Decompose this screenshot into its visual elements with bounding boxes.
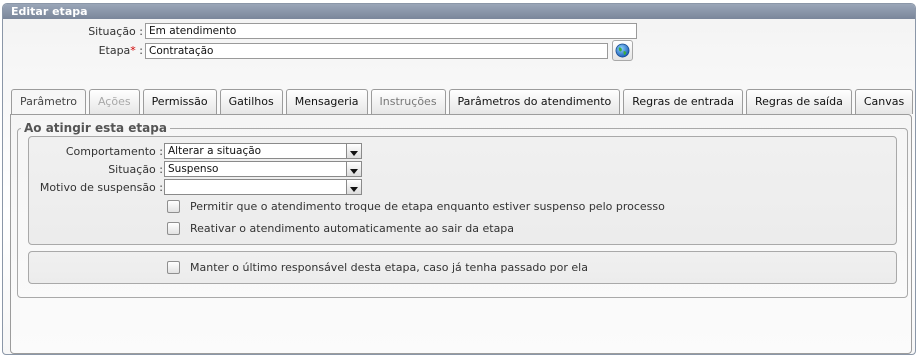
tab-regras-entrada[interactable]: Regras de entrada <box>623 89 743 114</box>
motivo-select[interactable] <box>164 179 362 195</box>
situacao-label: Situação : <box>88 24 143 38</box>
tab-regras-saida[interactable]: Regras de saída <box>745 89 852 114</box>
chevron-down-icon[interactable] <box>346 162 361 176</box>
manter-label: Manter o último responsável desta etapa,… <box>190 261 588 274</box>
tab-permissao[interactable]: Permissão <box>142 89 217 114</box>
situacao-field[interactable]: Em atendimento <box>145 23 637 39</box>
manter-checkbox[interactable] <box>167 261 180 274</box>
etapa-label-colon: : <box>135 44 143 57</box>
etapa-label-wrap: Etapa* : <box>3 44 143 57</box>
tab-bar: Parâmetro Ações Permissão Gatilhos Mensa… <box>11 89 915 115</box>
window-title: Editar etapa <box>3 4 915 19</box>
motivo-label: Motivo de suspensão : <box>39 180 163 194</box>
situacao-select-label: Situação : <box>108 162 163 176</box>
tab-gatilhos[interactable]: Gatilhos <box>219 89 283 114</box>
comportamento-value: Alterar a situação <box>168 145 262 157</box>
comportamento-label: Comportamento : <box>65 144 163 158</box>
tab-acoes[interactable]: Ações <box>88 89 140 114</box>
stage-options-box: Comportamento : Alterar a situação Situa… <box>28 136 897 245</box>
stage-fieldset: Ao atingir esta etapa Comportamento : Al… <box>17 121 908 298</box>
situacao-select[interactable]: Suspenso <box>164 161 362 177</box>
permitir-label: Permitir que o atendimento troque de eta… <box>190 200 665 213</box>
motivo-row: Motivo de suspensão : <box>29 179 362 195</box>
tab-canvas[interactable]: Canvas <box>854 89 914 114</box>
edit-stage-window: Editar etapa Situação : Em atendimento E… <box>2 3 916 355</box>
fieldset-legend: Ao atingir esta etapa <box>21 121 170 135</box>
responsavel-box: Manter o último responsável desta etapa,… <box>28 251 897 284</box>
situacao-select-value: Suspenso <box>168 163 219 175</box>
tab-instrucoes[interactable]: Instruções <box>370 89 446 114</box>
manter-row: Manter o último responsável desta etapa,… <box>167 261 588 274</box>
reativar-label: Reativar o atendimento automaticamente a… <box>190 222 515 235</box>
tab-parametros-atendimento[interactable]: Parâmetros do atendimento <box>448 89 621 114</box>
chevron-down-icon[interactable] <box>346 180 361 194</box>
permitir-checkbox[interactable] <box>167 200 180 213</box>
tab-mensageria[interactable]: Mensageria <box>285 89 368 114</box>
comportamento-select[interactable]: Alterar a situação <box>164 143 362 159</box>
etapa-field[interactable]: Contratação <box>145 42 608 59</box>
reativar-row: Reativar o atendimento automaticamente a… <box>167 222 514 235</box>
globe-button[interactable] <box>612 40 633 61</box>
comportamento-row: Comportamento : Alterar a situação <box>29 143 362 159</box>
chevron-down-icon[interactable] <box>346 144 361 158</box>
etapa-label: Etapa <box>98 44 131 57</box>
situacao-row: Situação : Em atendimento <box>3 23 637 39</box>
tab-panel-parametro: Ao atingir esta etapa Comportamento : Al… <box>10 114 912 354</box>
etapa-row: Etapa* : Contratação <box>3 40 633 61</box>
situacao-select-row: Situação : Suspenso <box>29 161 362 177</box>
globe-icon <box>615 43 630 58</box>
permitir-row: Permitir que o atendimento troque de eta… <box>167 200 665 213</box>
reativar-checkbox[interactable] <box>167 222 180 235</box>
tab-parametro[interactable]: Parâmetro <box>11 89 86 115</box>
